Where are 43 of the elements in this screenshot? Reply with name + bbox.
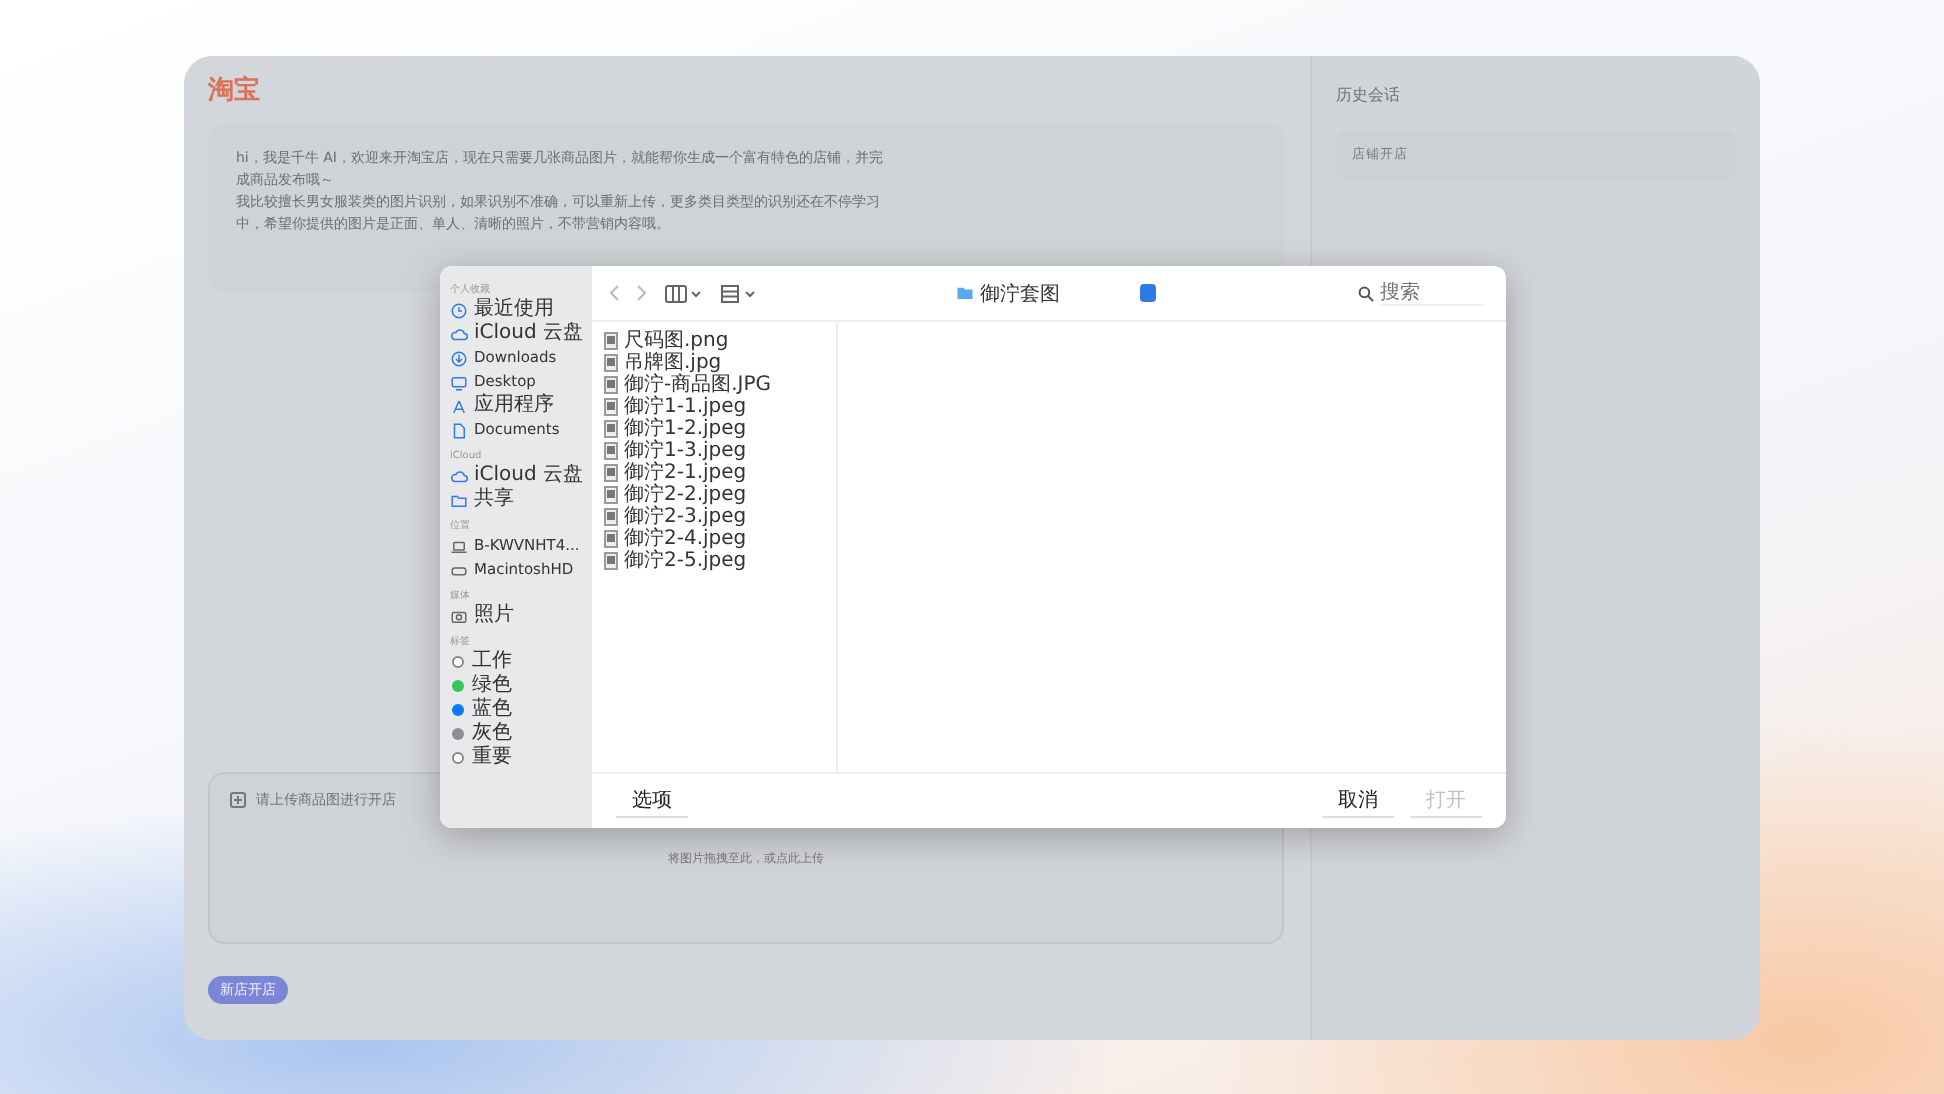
file-item[interactable]: 御泞1-2.jpeg: [604, 418, 824, 440]
file-item[interactable]: 御泞2-3.jpeg: [604, 506, 824, 528]
cloud-icon: [450, 467, 468, 485]
sidebar-item[interactable]: iCloud 云盘: [450, 322, 586, 346]
folder-icon: [450, 491, 468, 509]
file-item[interactable]: 御泞-商品图.JPG: [604, 374, 824, 396]
sidebar-item[interactable]: 照片: [450, 604, 586, 628]
sidebar-item[interactable]: 绿色: [450, 674, 586, 698]
sidebar-item[interactable]: 应用程序: [450, 394, 586, 418]
download-icon: [450, 349, 468, 367]
sidebar-item[interactable]: 最近使用: [450, 298, 586, 322]
sidebar-item[interactable]: 共享: [450, 488, 586, 512]
folder-icon: [956, 284, 974, 302]
sidebar-item[interactable]: 工作: [450, 650, 586, 674]
apps-icon: [450, 397, 468, 415]
search-field[interactable]: 搜索: [1380, 281, 1484, 305]
clock-icon: [450, 301, 468, 319]
file-item[interactable]: 吊牌图.jpg: [604, 352, 824, 374]
file-item[interactable]: 御泞1-3.jpeg: [604, 440, 824, 462]
document-icon: [450, 421, 468, 439]
options-button[interactable]: 选项: [616, 784, 688, 818]
sidebar-item[interactable]: 重要: [450, 746, 586, 770]
grid-view-icon[interactable]: [720, 283, 760, 303]
location-dropdown[interactable]: 御泞套图: [956, 279, 1156, 307]
sidebar-item[interactable]: iCloud 云盘: [450, 464, 586, 488]
sidebar-item[interactable]: 灰色: [450, 722, 586, 746]
dialog-button[interactable]: 取消: [1322, 784, 1394, 818]
file-item[interactable]: 御泞2-2.jpeg: [604, 484, 824, 506]
search-icon: [1358, 285, 1374, 301]
file-item[interactable]: 御泞2-5.jpeg: [604, 550, 824, 572]
file-item[interactable]: 御泞2-4.jpeg: [604, 528, 824, 550]
logo: 淘宝: [208, 73, 260, 108]
laptop-icon: [450, 537, 468, 555]
monitor-icon: [450, 373, 468, 391]
plus-icon: [230, 792, 246, 808]
file-item[interactable]: 御泞1-1.jpeg: [604, 396, 824, 418]
file-item[interactable]: 御泞2-1.jpeg: [604, 462, 824, 484]
file-item[interactable]: 尺码图.png: [604, 330, 824, 352]
cloud-icon: [450, 325, 468, 343]
sidebar-item[interactable]: 蓝色: [450, 698, 586, 722]
column-view-icon[interactable]: [664, 283, 704, 303]
history-title: 历史会话: [1336, 84, 1402, 106]
photo-icon: [450, 607, 468, 625]
